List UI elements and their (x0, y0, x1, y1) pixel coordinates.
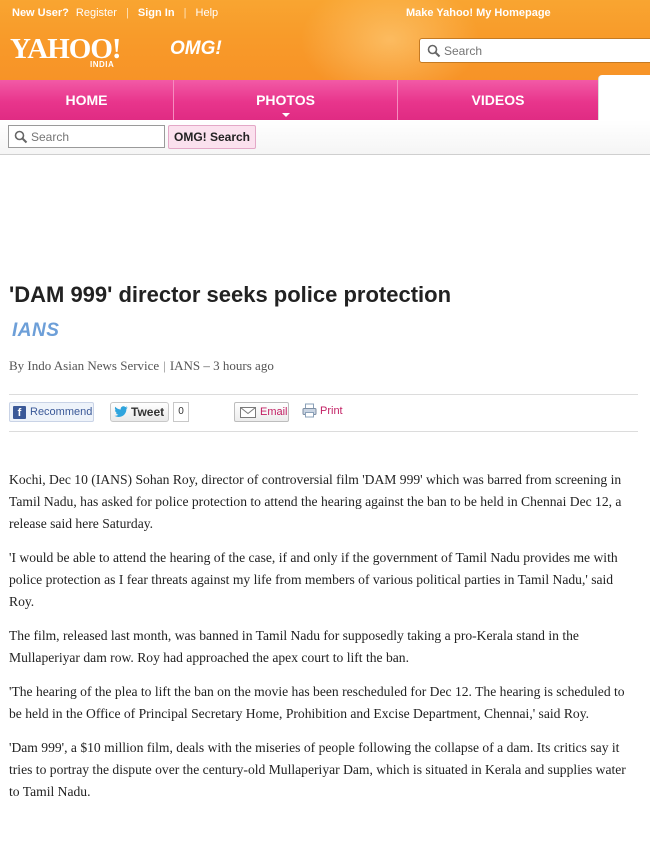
tweet-button[interactable]: Tweet (110, 402, 169, 422)
chevron-down-icon (282, 113, 290, 117)
account-links: New User? Register | Sign In | Help (12, 7, 218, 19)
envelope-icon (240, 407, 256, 418)
article-headline: 'DAM 999' director seeks police protecti… (9, 282, 452, 307)
article-byline: By Indo Asian News Service | IANS – 3 hour… (9, 358, 274, 374)
link-divider: | (183, 7, 187, 19)
article-paragraph: 'Dam 999', a $10 million film, deals wit… (9, 740, 626, 799)
email-button[interactable]: Email (234, 402, 289, 422)
share-top-divider (9, 394, 638, 395)
recommend-label: Recommend (30, 406, 93, 418)
sign-in-link[interactable]: Sign In (138, 7, 175, 19)
print-label: Print (320, 405, 343, 417)
register-link[interactable]: Register (76, 7, 117, 19)
facebook-icon: f (13, 406, 26, 419)
email-label: Email (260, 406, 288, 418)
omg-search-input[interactable] (31, 129, 161, 145)
main-nav: HOME PHOTOS VIDEOS (0, 75, 650, 120)
header-search-input[interactable] (444, 42, 644, 59)
print-button[interactable]: Print (301, 402, 351, 422)
article-paragraph: Kochi, Dec 10 (IANS) Sohan Roy, director… (9, 472, 622, 531)
help-link[interactable]: Help (196, 7, 219, 19)
printer-icon (302, 403, 317, 418)
facebook-recommend-button[interactable]: f Recommend (9, 402, 94, 422)
search-icon (427, 44, 441, 58)
make-homepage-link[interactable]: Make Yahoo! My Homepage (406, 7, 551, 19)
link-divider: | (125, 7, 129, 19)
header-search-box[interactable] (419, 38, 650, 63)
twitter-bird-icon (114, 406, 128, 417)
article-body: Kochi, Dec 10 (IANS) Sohan Roy, director… (9, 469, 639, 815)
share-bottom-divider (9, 431, 638, 432)
logo-product: OMG! (170, 38, 222, 59)
article-paragraph: 'I would be able to attend the hearing o… (9, 550, 618, 609)
byline-source: IANS (169, 358, 201, 373)
tweet-count-badge: 0 (173, 402, 189, 422)
tab-home[interactable]: HOME (0, 80, 173, 120)
article-paragraph: The film, released last month, was banne… (9, 628, 579, 665)
article-paragraph: 'The hearing of the plea to lift the ban… (9, 684, 625, 721)
tweet-label: Tweet (131, 405, 165, 419)
byline-author: By Indo Asian News Service (9, 358, 160, 373)
byline-time: – 3 hours ago (203, 358, 274, 373)
search-icon (14, 130, 28, 144)
omg-search-field[interactable] (8, 125, 165, 148)
logo-region: INDIA (90, 60, 115, 69)
omg-search-button[interactable]: OMG! Search (168, 125, 256, 149)
site-header: New User? Register | Sign In | Help Make… (0, 0, 650, 80)
source-logo: IANS (12, 320, 60, 341)
omg-search-bar: OMG! Search (0, 120, 650, 155)
byline-divider: | (163, 358, 166, 373)
nav-blank-tab (598, 75, 650, 120)
yahoo-omg-logo[interactable]: YAHOO! INDIA OMG! (10, 34, 222, 70)
tab-videos[interactable]: VIDEOS (398, 80, 598, 120)
new-user-label: New User? (12, 7, 69, 19)
